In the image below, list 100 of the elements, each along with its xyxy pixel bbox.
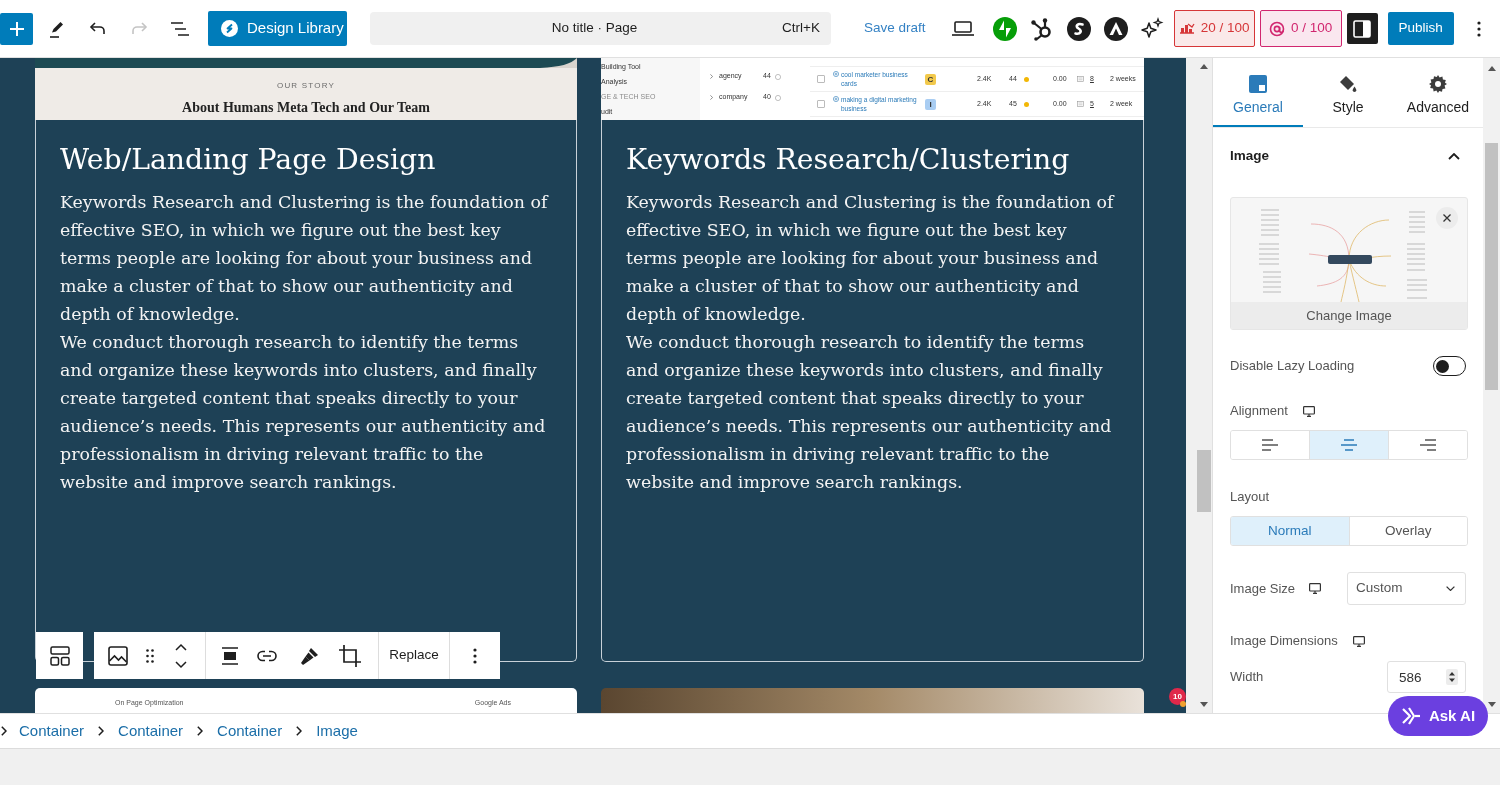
paint-bucket-icon: [1339, 75, 1357, 93]
block-switcher-button[interactable]: [36, 632, 83, 679]
serp-icon: [1077, 101, 1084, 107]
burst-icon: [1400, 707, 1421, 725]
crop-icon[interactable]: [339, 644, 361, 667]
scrollbar-thumb[interactable]: [1197, 450, 1211, 512]
kebab-menu-icon[interactable]: [473, 647, 477, 664]
card-title: Web/Landing Page Design: [60, 142, 437, 178]
spinner-icon[interactable]: [1446, 669, 1458, 685]
breadcrumb-link[interactable]: Container: [118, 719, 184, 743]
sparkle-icon[interactable]: [1139, 16, 1164, 41]
section-title: Image: [1230, 146, 1270, 165]
gear-icon: [1429, 75, 1447, 93]
settings-toggle-button[interactable]: [1346, 13, 1378, 44]
align-icon[interactable]: [222, 646, 238, 665]
card-paragraph: Keywords Research and Clustering is the foundation of effective SEO, in which we figure out the best key terms people are looking for about your business and make a cluster of that to show our authenticity and depth of knowledge.: [626, 191, 1116, 326]
sidebar-icon: [1353, 19, 1372, 38]
align-left-icon: [1262, 439, 1278, 451]
field-label: Image Size: [1230, 579, 1296, 598]
triangle-logo-icon[interactable]: [1103, 16, 1128, 41]
breadcrumb-link[interactable]: Container: [217, 719, 283, 743]
chevron-up-icon[interactable]: [1448, 152, 1460, 160]
chevron-right-icon: [98, 726, 105, 736]
card-paragraph: Keywords Research and Clustering is the foundation of effective SEO, in which we figure out the best key terms people are looking for about your business and make a cluster of that to show our authenticity and depth of knowledge.: [60, 191, 550, 326]
remove-image-button[interactable]: [1436, 207, 1458, 229]
scroll-down-icon[interactable]: [1200, 702, 1208, 707]
command-bar[interactable]: No title · Page Ctrl+K: [370, 12, 831, 45]
align-right-icon: [1420, 439, 1436, 451]
brush-icon[interactable]: [300, 645, 320, 666]
close-icon: [1443, 214, 1451, 222]
breadcrumb-link[interactable]: Image: [316, 719, 358, 743]
notification-badge: 10: [1169, 688, 1186, 705]
breadcrumb-link[interactable]: Container: [19, 719, 85, 743]
field-label: Width: [1230, 668, 1264, 687]
toggle-label: Disable Lazy Loading: [1230, 357, 1355, 376]
score-badge[interactable]: 0 / 100: [1259, 10, 1342, 47]
scroll-down-icon[interactable]: [1487, 702, 1496, 707]
score-badge[interactable]: 20 / 100: [1173, 10, 1255, 47]
page-title: No title · Page: [550, 19, 639, 38]
ask-ai-button[interactable]: Ask AI: [1388, 696, 1488, 736]
row-checkbox[interactable]: [817, 100, 825, 108]
field-label: Layout: [1230, 488, 1270, 507]
link-icon[interactable]: [257, 649, 277, 662]
card-title: Keywords Research/Clustering: [626, 142, 1071, 178]
design-library-button[interactable]: Design Library: [208, 11, 347, 46]
drag-handle-icon[interactable]: [146, 648, 154, 663]
layout-option[interactable]: Overlay: [1348, 517, 1467, 545]
laptop-icon[interactable]: [951, 21, 974, 36]
logo-icon: [221, 20, 238, 37]
section-heading: About Humans Meta Tech and Our Team: [181, 100, 431, 116]
card-paragraph: We conduct thorough research to identify the terms and organize these keywords into clusters, and finally create targeted content that speaks directly to your audience’s needs. This represents our authenticity and professionalism in driving relevant traffic to the website and improve search rankings.: [626, 331, 1113, 494]
serp-icon: [1077, 76, 1084, 82]
at-sign-icon: [1268, 20, 1285, 37]
plus-circle-icon: [833, 71, 839, 77]
field-label: Alignment: [1230, 402, 1288, 421]
chevron-right-icon: [197, 726, 204, 736]
width-input[interactable]: 586: [1387, 661, 1466, 693]
lazy-loading-toggle[interactable]: [1433, 356, 1466, 376]
desktop-icon[interactable]: [1302, 405, 1315, 417]
intent-badge: C: [925, 73, 936, 85]
add-block-button[interactable]: [0, 12, 33, 45]
sprocket-icon[interactable]: [1029, 16, 1054, 41]
alignment-option[interactable]: [1309, 431, 1388, 459]
chevron-right-icon: [1, 726, 7, 736]
field-label: Image Dimensions: [1230, 632, 1338, 651]
panel-tab[interactable]: General: [1213, 58, 1303, 127]
desktop-icon[interactable]: [1309, 583, 1322, 594]
desktop-icon[interactable]: [1352, 635, 1365, 647]
shortcut-hint: Ctrl+K: [781, 19, 821, 38]
layout-option[interactable]: Normal: [1231, 517, 1349, 545]
align-center-icon: [1341, 439, 1357, 451]
image-icon[interactable]: [108, 645, 128, 666]
squiggle-logo-icon[interactable]: [1066, 16, 1091, 41]
card-paragraph: We conduct thorough research to identify the terms and organize these keywords into clusters, and finally create targeted content that speaks directly to your audience’s needs. This represents our authenticity and professionalism in driving relevant traffic to the website and improve search rankings.: [60, 331, 547, 494]
scroll-up-icon[interactable]: [1200, 64, 1208, 69]
change-image-button[interactable]: Change Image: [1231, 302, 1467, 329]
panel-tab[interactable]: Advanced: [1393, 58, 1483, 127]
eyebrow-text: OUR STORY: [275, 80, 337, 92]
chevron-right-icon: [710, 95, 713, 100]
chevron-right-icon: [296, 726, 303, 736]
block-icon: [1249, 75, 1267, 93]
chevron-right-icon: [710, 74, 713, 79]
kebab-menu-icon[interactable]: [1476, 20, 1481, 37]
plus-icon: [8, 20, 25, 37]
lightning-logo-icon[interactable]: [992, 16, 1017, 41]
panel-tab[interactable]: Style: [1303, 58, 1393, 127]
info-icon: [775, 73, 781, 80]
alignment-option[interactable]: [1388, 431, 1467, 459]
publish-button[interactable]: Publish: [1387, 12, 1454, 45]
scrollbar-thumb[interactable]: [1485, 143, 1498, 390]
replace-button[interactable]: Replace: [379, 632, 450, 679]
move-up-down-icon[interactable]: [174, 642, 188, 669]
layout-icon: [48, 644, 71, 667]
chevron-down-icon: [1446, 586, 1455, 591]
image-size-select[interactable]: Custom: [1347, 572, 1466, 605]
list-view-icon[interactable]: [170, 20, 190, 37]
row-checkbox[interactable]: [817, 75, 825, 83]
info-icon: [775, 94, 781, 101]
scroll-up-icon[interactable]: [1487, 66, 1496, 71]
save-draft-button[interactable]: Save draft: [864, 18, 926, 39]
